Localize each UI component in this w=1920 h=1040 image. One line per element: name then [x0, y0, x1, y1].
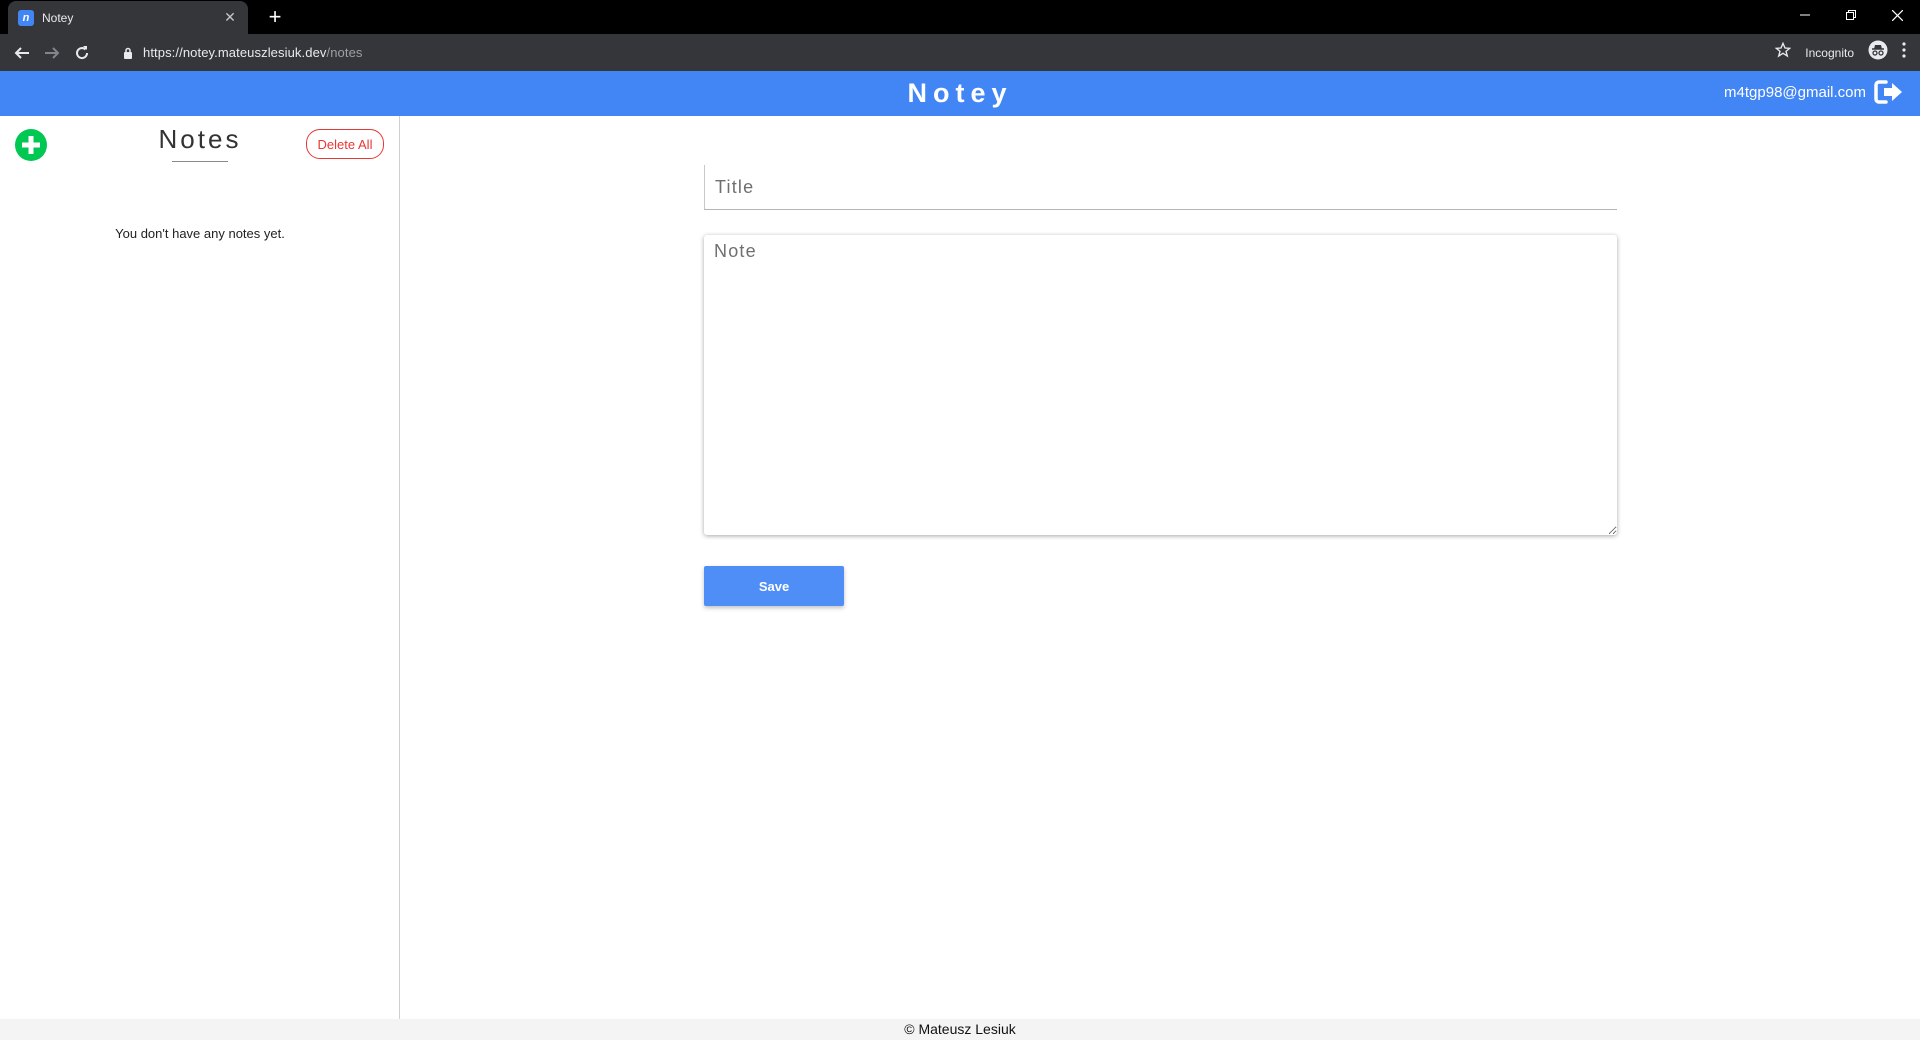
user-area: m4tgp98@gmail.com — [1724, 79, 1904, 105]
copyright-text: © Mateusz Lesiuk — [904, 1021, 1016, 1037]
footer: © Mateusz Lesiuk — [0, 1019, 1920, 1040]
bookmark-star-icon[interactable] — [1774, 41, 1792, 63]
browser-tabstrip: n Notey ✕ + — [0, 0, 1920, 34]
notes-sidebar: Notes Delete All You don't have any note… — [0, 116, 400, 1019]
title-underline — [172, 161, 228, 162]
restore-icon[interactable] — [1828, 0, 1874, 30]
menu-dots-icon[interactable] — [1902, 42, 1906, 63]
empty-notes-message: You don't have any notes yet. — [115, 226, 285, 241]
app-header: Notey m4tgp98@gmail.com — [0, 71, 1920, 116]
incognito-label: Incognito — [1805, 45, 1854, 60]
new-tab-icon[interactable]: + — [262, 4, 288, 30]
note-textarea[interactable] — [704, 235, 1617, 535]
back-arrow-icon[interactable] — [7, 38, 37, 68]
address-bar[interactable]: https://notey.mateuszlesiuk.dev/notes — [143, 45, 363, 60]
incognito-icon[interactable] — [1868, 40, 1888, 65]
title-input[interactable] — [704, 165, 1617, 210]
toolbar-right: Incognito — [1774, 34, 1906, 71]
forward-arrow-icon[interactable] — [37, 38, 67, 68]
close-window-icon[interactable] — [1874, 0, 1920, 30]
note-editor: Save — [401, 116, 1920, 1019]
save-button[interactable]: Save — [704, 566, 844, 606]
tab-close-icon[interactable]: ✕ — [222, 9, 238, 26]
browser-tab[interactable]: n Notey ✕ — [8, 1, 248, 34]
user-email: m4tgp98@gmail.com — [1724, 83, 1866, 101]
lock-icon[interactable] — [123, 47, 133, 59]
url-host: https://notey.mateuszlesiuk.dev — [143, 45, 327, 60]
reload-icon[interactable] — [67, 38, 97, 68]
url-path: /notes — [326, 45, 363, 60]
notey-favicon-icon: n — [18, 9, 34, 26]
brand-title: Notey — [907, 78, 1013, 108]
logout-icon[interactable] — [1874, 79, 1904, 105]
window-controls — [1782, 0, 1920, 30]
delete-all-button[interactable]: Delete All — [306, 129, 384, 159]
tab-title: Notey — [42, 10, 74, 25]
browser-toolbar: https://notey.mateuszlesiuk.dev/notes In… — [0, 34, 1920, 71]
minimize-icon[interactable] — [1782, 0, 1828, 30]
